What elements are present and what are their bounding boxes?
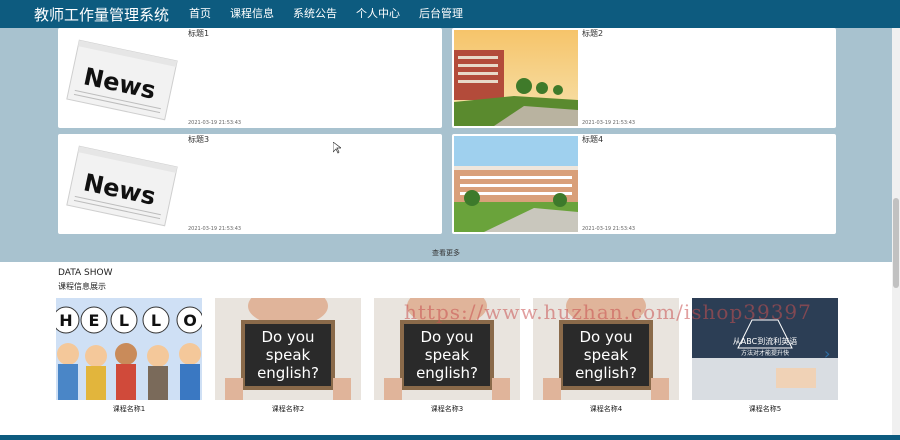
nav-item-home[interactable]: 首页 [189,0,211,28]
footer-bar [0,435,900,440]
svg-text:english?: english? [575,364,637,382]
hello-kids-image: H E L L O [56,298,202,400]
svg-text:从ABC到流利英语: 从ABC到流利英语 [733,336,797,346]
course-name[interactable]: 课程名称5 [692,404,838,414]
course-name[interactable]: 课程名称2 [215,404,361,414]
news-date: 2021-03-19 21:53:43 [188,226,242,232]
news-card[interactable]: 标题2 2021-03-19 21:53:43 [452,28,836,128]
news-title[interactable]: 标题2 [582,28,603,39]
svg-text:Do you: Do you [261,328,314,346]
section-title: DATA SHOW [58,268,113,278]
watermark-text: https://www.huzhan.com/ishop39397 [404,300,812,324]
course-name[interactable]: 课程名称3 [374,404,520,414]
app-title[interactable]: 教师工作量管理系统 [34,4,189,25]
top-navbar: 教师工作量管理系统 首页 课程信息 系统公告 个人中心 后台管理 [0,0,900,28]
news-card[interactable]: 标题4 2021-03-19 21:53:43 [452,134,836,234]
svg-text:L: L [119,311,129,330]
news-card[interactable]: News 标题1 2021-03-19 21:53:43 [58,28,442,128]
course-card[interactable]: Do you speak english? 课程名称2 [215,298,361,414]
news-title[interactable]: 标题1 [188,28,209,39]
news-section: News 标题1 2021-03-19 21:53:43 标题2 2021-03… [0,28,892,262]
school-building-image [454,30,578,126]
svg-text:E: E [89,311,100,330]
svg-text:方法对才能提升快: 方法对才能提升快 [741,349,789,357]
news-date: 2021-03-19 21:53:43 [188,120,242,126]
newspaper-image: News [60,136,184,232]
svg-text:speak: speak [425,346,470,364]
svg-text:O: O [183,311,197,330]
mouse-cursor-icon [332,139,343,158]
view-more-link[interactable]: 查看更多 [0,248,892,258]
newspaper-image: News [60,30,184,126]
news-date: 2021-03-19 21:53:43 [582,120,636,126]
course-name[interactable]: 课程名称1 [56,404,202,414]
school-courtyard-image [454,136,578,232]
svg-text:english?: english? [416,364,478,382]
nav-item-profile[interactable]: 个人中心 [356,0,400,28]
news-date: 2021-03-19 21:53:43 [582,226,636,232]
svg-text:Do you: Do you [420,328,473,346]
svg-text:english?: english? [257,364,319,382]
carousel-next-icon[interactable]: › [824,344,830,363]
news-title[interactable]: 标题3 [188,134,209,145]
nav-item-admin[interactable]: 后台管理 [419,0,463,28]
svg-text:H: H [59,311,72,330]
svg-text:L: L [151,311,161,330]
svg-text:Do you: Do you [579,328,632,346]
news-title[interactable]: 标题4 [582,134,603,145]
nav-item-courses[interactable]: 课程信息 [230,0,274,28]
course-name[interactable]: 课程名称4 [533,404,679,414]
svg-text:speak: speak [584,346,629,364]
nav-item-announcements[interactable]: 系统公告 [293,0,337,28]
svg-text:speak: speak [266,346,311,364]
section-subtitle: 课程信息展示 [58,282,106,291]
page-scrollbar[interactable] [892,28,900,440]
news-card[interactable]: News 标题3 2021-03-19 21:53:43 [58,134,442,234]
chalkboard-image: Do you speak english? [215,298,361,400]
page: 教师工作量管理系统 首页 课程信息 系统公告 个人中心 后台管理 News 标题… [0,0,900,440]
scrollbar-thumb[interactable] [893,198,899,288]
course-card[interactable]: H E L L O 课程名称1 [56,298,202,414]
